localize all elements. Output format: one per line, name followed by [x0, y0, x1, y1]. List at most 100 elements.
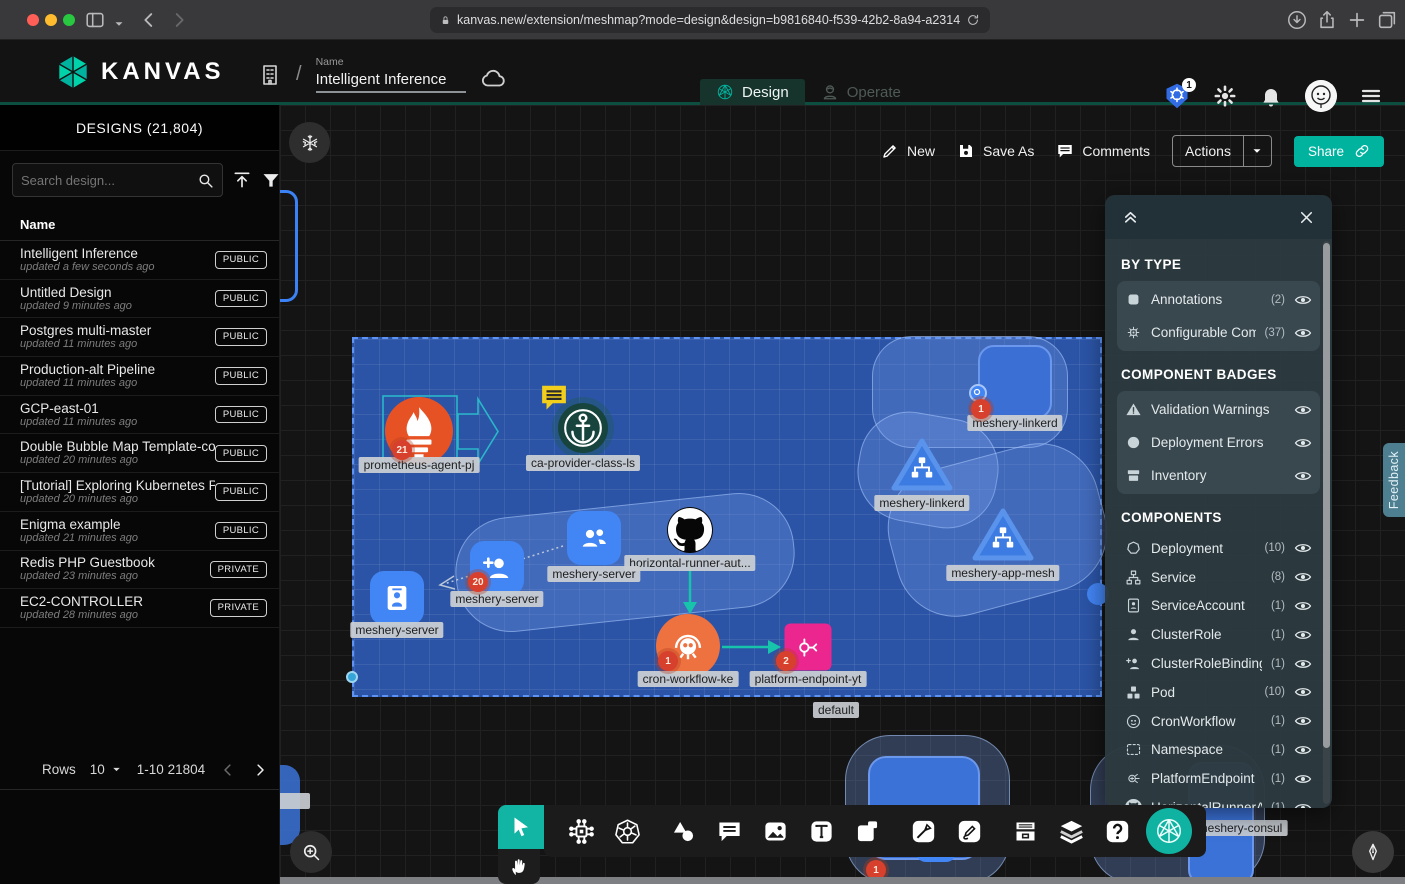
panel-scrollbar-thumb[interactable]	[1323, 243, 1330, 748]
visibility-eye-button[interactable]	[1294, 324, 1312, 342]
visibility-eye-button[interactable]	[1294, 712, 1312, 730]
service-icon	[1125, 569, 1142, 586]
next-page-button[interactable]	[251, 761, 269, 779]
tab-design[interactable]: Design	[700, 79, 805, 105]
address-bar[interactable]: kanvas.new/extension/meshmap?mode=design…	[430, 7, 990, 33]
settings-gear-icon[interactable]	[1213, 84, 1237, 108]
design-list-item[interactable]: [Tutorial] Exploring Kubernetes Podupdat…	[0, 473, 279, 512]
import-design-button[interactable]	[232, 170, 252, 190]
hamburger-menu-icon[interactable]	[1359, 84, 1383, 108]
pencil-tool-button[interactable]	[946, 805, 992, 857]
id-card-icon	[381, 582, 413, 614]
design-name-field[interactable]: Name	[316, 56, 466, 93]
design-list-item[interactable]: Untitled Designupdated 9 minutes agoPUBL…	[0, 280, 279, 319]
pencil-tool-icon	[956, 818, 983, 845]
notifications-bell-icon[interactable]	[1259, 84, 1283, 108]
search-input[interactable]	[21, 173, 197, 188]
visibility-eye-button[interactable]	[1294, 401, 1312, 419]
back-button[interactable]	[138, 9, 160, 31]
visibility-eye-button[interactable]	[1294, 539, 1312, 557]
meshery-extension-button[interactable]	[1146, 808, 1192, 854]
share-button[interactable]: Share	[1294, 136, 1384, 167]
visibility-eye-button[interactable]	[1294, 741, 1312, 759]
window-zoom-button[interactable]	[63, 14, 75, 26]
layers-tool-button[interactable]	[1048, 805, 1094, 857]
new-tab-button[interactable]	[1346, 9, 1368, 31]
comment-tool-button[interactable]	[706, 805, 752, 857]
visibility-eye-button[interactable]	[1294, 291, 1312, 309]
previous-page-button[interactable]	[219, 761, 237, 779]
chevron-down-icon[interactable]	[112, 13, 126, 35]
design-list-item[interactable]: Enigma exampleupdated 21 minutes agoPUBL…	[0, 512, 279, 551]
visibility-eye-button[interactable]	[1294, 434, 1312, 452]
visibility-eye-button[interactable]	[1294, 568, 1312, 586]
close-panel-button[interactable]	[1297, 208, 1316, 227]
design-list-item[interactable]: GCP-east-01updated 11 minutes agoPUBLIC	[0, 396, 279, 435]
sidebar-toggle-icon[interactable]	[84, 9, 106, 31]
design-search-field[interactable]	[12, 163, 223, 197]
design-updated: updated a few seconds ago	[20, 261, 215, 274]
text-tool-button[interactable]	[798, 805, 844, 857]
image-tool-button[interactable]	[752, 805, 798, 857]
kubernetes-button[interactable]	[604, 805, 650, 857]
tab-overview-button[interactable]	[1376, 9, 1398, 31]
design-list-item[interactable]: EC2-CONTROLLERupdated 28 minutes agoPRIV…	[0, 589, 279, 628]
save-as-button[interactable]: Save As	[957, 142, 1034, 160]
collapse-panel-button[interactable]	[1121, 208, 1140, 227]
panel-row-count: (1)	[1271, 629, 1285, 641]
panel-row-count: (1)	[1271, 658, 1285, 670]
design-list-item[interactable]: Intelligent Inferenceupdated a few secon…	[0, 241, 279, 280]
snowflake-button[interactable]	[289, 122, 330, 163]
shapes-button[interactable]	[660, 805, 706, 857]
window-close-button[interactable]	[27, 14, 39, 26]
cursor-tool-button[interactable]	[498, 805, 544, 849]
design-list-item[interactable]: Production-alt Pipelineupdated 11 minute…	[0, 357, 279, 396]
pan-tool-button[interactable]	[498, 849, 540, 884]
design-name-input[interactable]	[316, 70, 466, 93]
pod-icon	[1125, 684, 1142, 701]
design-list-item[interactable]: Double Bubble Map Template-copyupdated 2…	[0, 434, 279, 473]
visibility-eye-button[interactable]	[1294, 597, 1312, 615]
help-tool-button[interactable]	[1094, 805, 1140, 857]
actions-button-label[interactable]: Actions	[1173, 143, 1243, 159]
canvas-horizontal-scrollbar[interactable]	[280, 877, 1405, 884]
browser-chrome: kanvas.new/extension/meshmap?mode=design…	[0, 0, 1405, 40]
comment-annotation-icon[interactable]	[538, 382, 570, 412]
organization-icon[interactable]	[258, 63, 282, 87]
tab-operate[interactable]: Operate	[805, 79, 917, 105]
kubernetes-context-button[interactable]: 1	[1163, 82, 1191, 110]
forward-button[interactable]	[168, 9, 190, 31]
visibility-eye-button[interactable]	[1294, 799, 1312, 808]
visibility-eye-button[interactable]	[1294, 683, 1312, 701]
visibility-badge: PUBLIC	[215, 251, 267, 269]
share-icon[interactable]	[1316, 9, 1338, 31]
visibility-badge: PRIVATE	[210, 561, 267, 579]
selection-handle[interactable]	[346, 671, 358, 683]
name-label: Name	[316, 56, 466, 68]
design-list-item[interactable]: Redis PHP Guestbookupdated 23 minutes ag…	[0, 551, 279, 590]
feedback-tab[interactable]: Feedback	[1383, 443, 1405, 517]
avatar[interactable]	[1305, 80, 1337, 112]
pen-mode-button[interactable]	[1352, 831, 1394, 873]
visibility-eye-button[interactable]	[1294, 655, 1312, 673]
comments-button[interactable]: Comments	[1056, 142, 1150, 160]
zoom-button[interactable]	[290, 831, 332, 873]
actions-dropdown-caret[interactable]	[1243, 136, 1271, 166]
rows-per-page-select[interactable]: 10	[90, 762, 123, 777]
pen-tool-button[interactable]	[900, 805, 946, 857]
panel-row-label: CronWorkflow	[1151, 714, 1262, 729]
drawer-tool-button[interactable]	[1002, 805, 1048, 857]
actions-split-button[interactable]: Actions	[1172, 135, 1272, 167]
design-list-item[interactable]: Postgres multi-masterupdated 11 minutes …	[0, 318, 279, 357]
new-design-button[interactable]: New	[881, 142, 935, 160]
visibility-eye-button[interactable]	[1294, 626, 1312, 644]
filter-button[interactable]	[261, 170, 281, 190]
downloads-icon[interactable]	[1286, 9, 1308, 31]
visibility-eye-button[interactable]	[1294, 770, 1312, 788]
visibility-eye-button[interactable]	[1294, 467, 1312, 485]
note-tool-button[interactable]	[844, 805, 890, 857]
mesh-component-button[interactable]	[558, 805, 604, 857]
window-minimize-button[interactable]	[45, 14, 57, 26]
refresh-icon[interactable]	[966, 13, 980, 27]
kanvas-logo[interactable]: KANVAS	[55, 54, 225, 90]
